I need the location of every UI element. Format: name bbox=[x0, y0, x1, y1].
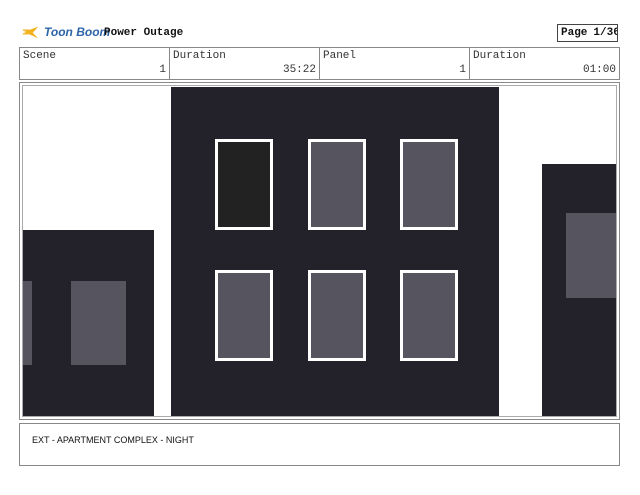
apartment-window bbox=[400, 139, 458, 230]
left-building-window bbox=[23, 281, 32, 365]
panel-duration-value: 01:00 bbox=[582, 64, 616, 76]
scene-cell: Scene 1 bbox=[20, 48, 170, 79]
page-number: 1/36 bbox=[593, 27, 618, 39]
panel-artwork bbox=[22, 85, 617, 417]
panel-info-table: Scene 1 Duration 35:22 Panel 1 Duration … bbox=[19, 47, 620, 80]
apartment-window bbox=[400, 270, 458, 361]
center-building bbox=[171, 87, 499, 416]
scene-value: 1 bbox=[159, 64, 166, 76]
panel-value: 1 bbox=[459, 64, 466, 76]
apartment-window bbox=[215, 270, 273, 361]
logo-text: Toon Boom bbox=[44, 25, 111, 39]
panel-duration-label: Duration bbox=[473, 50, 526, 62]
panel-label: Panel bbox=[323, 50, 357, 62]
right-building-window bbox=[566, 213, 616, 298]
page-indicator: Page 1/36 bbox=[557, 24, 618, 42]
panel-caption-box[interactable]: EXT - APARTMENT COMPLEX - NIGHT bbox=[19, 423, 620, 466]
scene-duration-value: 35:22 bbox=[282, 64, 316, 76]
apartment-window-dark bbox=[215, 139, 273, 230]
scene-duration-label: Duration bbox=[173, 50, 226, 62]
toon-boom-logo: Toon Boom bbox=[22, 23, 110, 41]
panel-duration-cell: Duration 01:00 bbox=[470, 48, 619, 79]
scene-duration-cell: Duration 35:22 bbox=[170, 48, 320, 79]
apartment-window bbox=[308, 270, 366, 361]
storyboard-panel[interactable] bbox=[19, 82, 620, 420]
apartment-window bbox=[308, 139, 366, 230]
scene-label: Scene bbox=[23, 50, 57, 62]
panel-cell: Panel 1 bbox=[320, 48, 470, 79]
toon-boom-star-icon bbox=[22, 26, 39, 39]
project-title: Power Outage bbox=[104, 27, 184, 39]
panel-caption: EXT - APARTMENT COMPLEX - NIGHT bbox=[32, 435, 194, 445]
left-building-window bbox=[71, 281, 126, 365]
page-label: Page bbox=[561, 27, 588, 39]
